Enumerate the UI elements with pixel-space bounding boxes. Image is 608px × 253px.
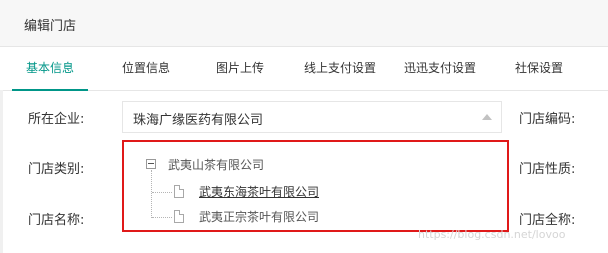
- tab-basic-info[interactable]: 基本信息: [11, 47, 89, 91]
- file-icon: [174, 185, 184, 198]
- store-nature-label: 门店性质:: [519, 162, 576, 177]
- company-label: 所在企业:: [28, 112, 85, 127]
- tab-location-info[interactable]: 位置信息: [122, 47, 170, 90]
- tab-xunxun-payment[interactable]: 迅迅支付设置: [404, 47, 476, 90]
- store-fullname-label: 门店全称:: [519, 213, 576, 228]
- tree-node-child[interactable]: 武夷东海茶叶有限公司: [199, 183, 319, 200]
- tree-connector-branch: [152, 192, 172, 193]
- file-icon: [174, 210, 184, 223]
- store-code-label: 门店编码:: [519, 112, 576, 127]
- company-select-value: 珠海广缘医药有限公司: [133, 113, 264, 128]
- caret-up-icon: [482, 114, 492, 120]
- company-tree-dropdown: 武夷山茶有限公司 武夷东海茶叶有限公司 武夷正宗茶叶有限公司: [122, 140, 509, 232]
- tree-connector-branch: [152, 217, 172, 218]
- tree-connector-line: [151, 170, 152, 218]
- store-name-label: 门店名称:: [28, 213, 85, 228]
- tab-bar: 基本信息 位置信息 图片上传 线上支付设置 迅迅支付设置 社保设置: [0, 47, 608, 91]
- dialog-title: 编辑门店: [24, 19, 77, 34]
- tree-node-root[interactable]: 武夷山茶有限公司: [168, 156, 264, 173]
- left-edge-divider: [0, 90, 3, 253]
- company-select[interactable]: 珠海广缘医药有限公司: [122, 101, 502, 133]
- tab-social-security[interactable]: 社保设置: [515, 47, 563, 90]
- tab-image-upload[interactable]: 图片上传: [216, 47, 264, 90]
- tree-node-child[interactable]: 武夷正宗茶叶有限公司: [199, 208, 319, 225]
- dialog-titlebar: 编辑门店: [0, 0, 608, 47]
- watermark-text: https://blog.csdn.net/lovoo: [418, 228, 566, 241]
- minus-square-icon[interactable]: [146, 159, 156, 169]
- tab-online-payment[interactable]: 线上支付设置: [304, 47, 376, 90]
- store-type-label: 门店类别:: [28, 162, 85, 177]
